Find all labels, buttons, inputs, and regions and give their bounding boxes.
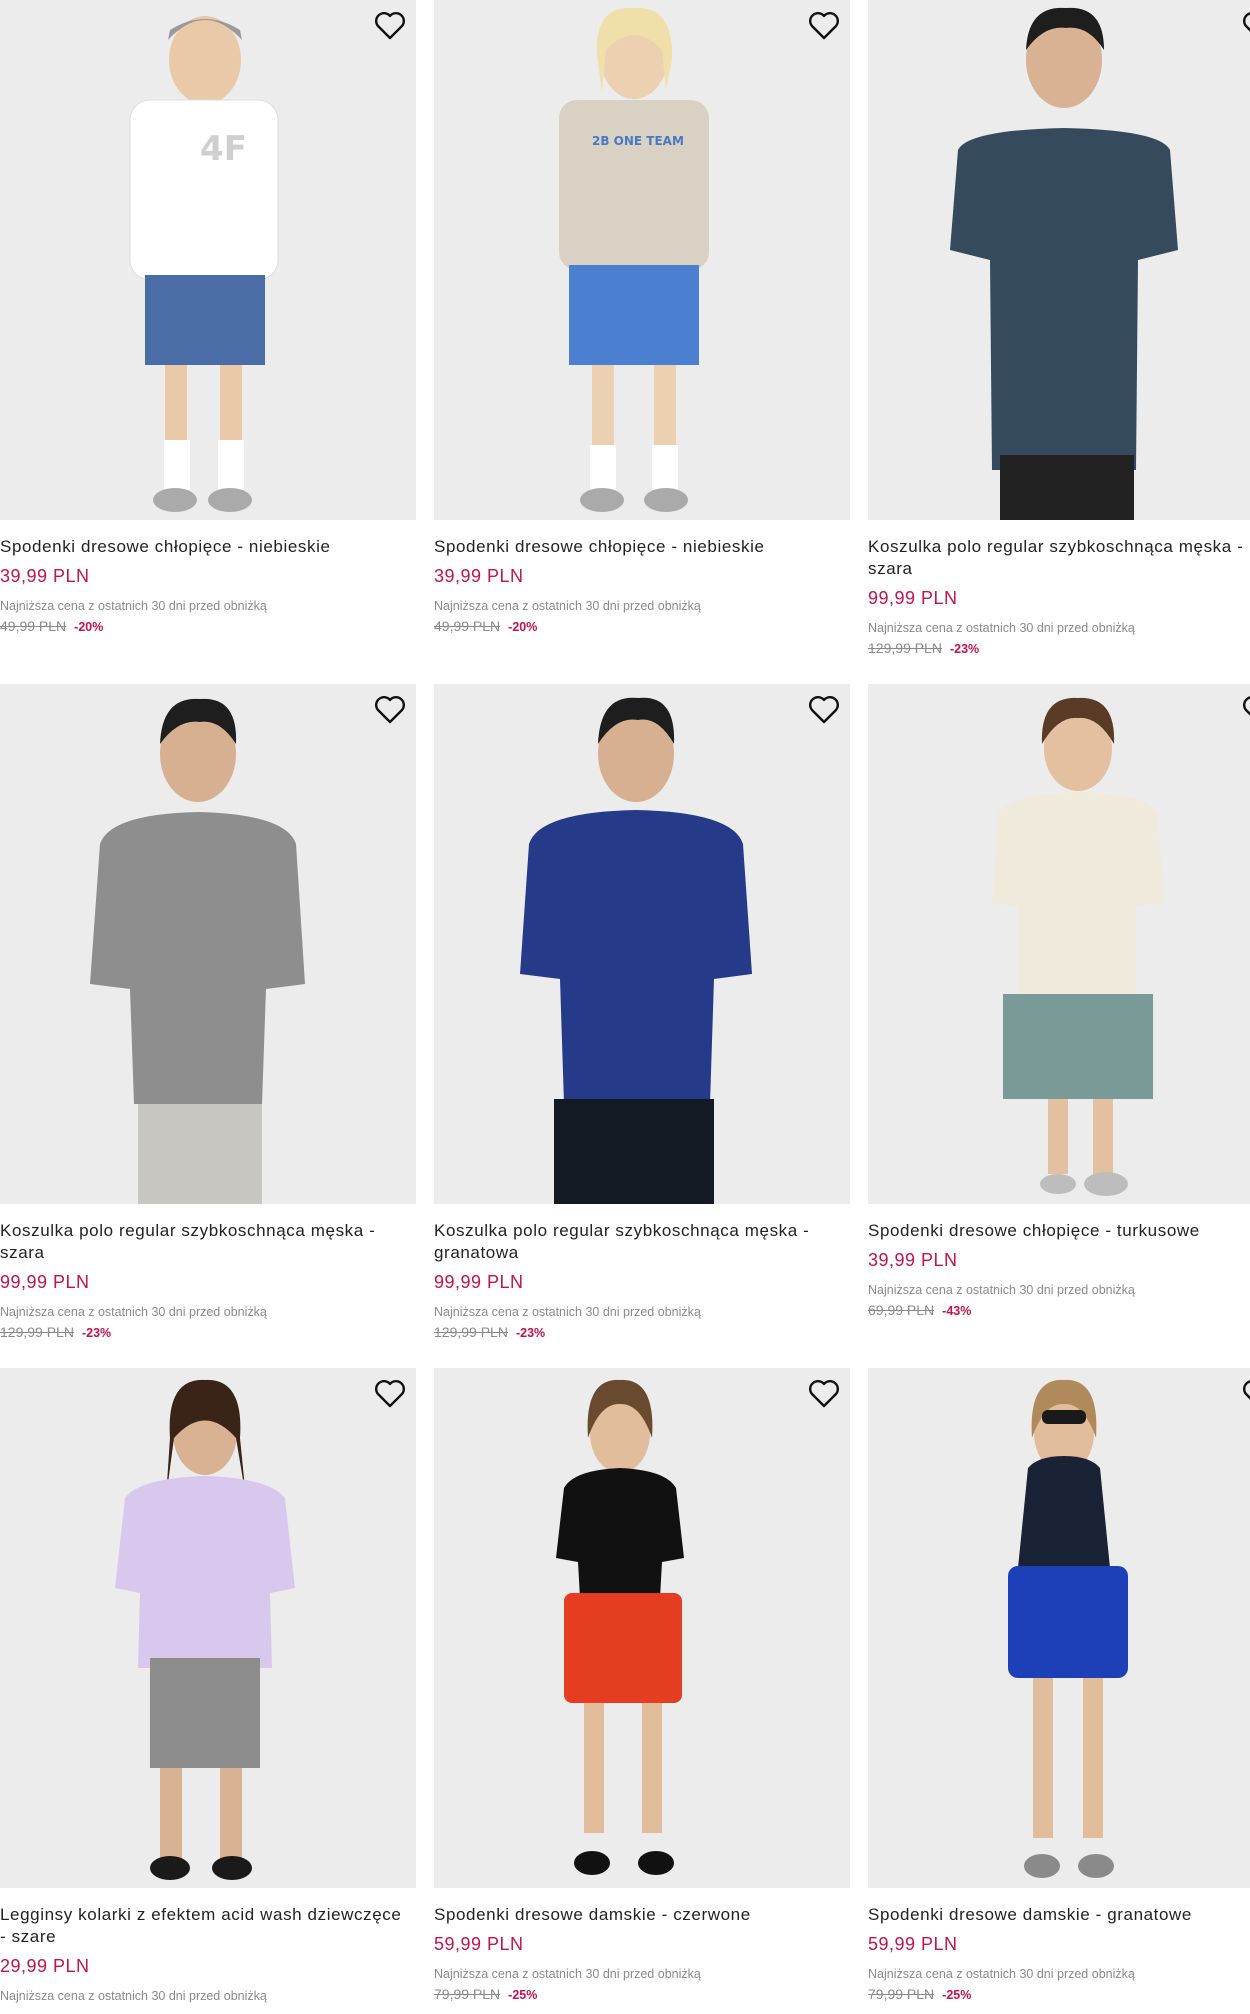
product-grid: 4F Spodenki dresowe chłopięce - niebiesk… xyxy=(0,0,1250,2014)
old-price: 129,99 PLN xyxy=(868,640,942,656)
lowest-price-label: Najniższa cena z ostatnich 30 dni przed … xyxy=(0,1305,267,1319)
discount-badge: -20% xyxy=(508,620,538,634)
product-image[interactable] xyxy=(868,1368,1250,1888)
product-card[interactable]: Koszulka polo regular szybkoschnąca męsk… xyxy=(0,684,416,1342)
product-title[interactable]: Spodenki dresowe chłopięce - niebieskie xyxy=(0,536,410,558)
wishlist-heart-icon[interactable] xyxy=(374,1378,408,1412)
wishlist-heart-icon[interactable] xyxy=(1242,1378,1250,1412)
old-price: 49,99 PLN xyxy=(0,618,67,634)
product-price: 59,99 PLN xyxy=(868,1934,958,1954)
product-price: 99,99 PLN xyxy=(434,1272,524,1292)
product-price: 59,99 PLN xyxy=(434,1934,524,1954)
old-price-row: 49,99 PLN -20% xyxy=(0,617,416,636)
discount-badge: -23% xyxy=(515,1326,546,1340)
discount-badge: -20% xyxy=(74,620,104,634)
discount-badge: -23% xyxy=(81,1326,112,1340)
product-title[interactable]: Spodenki dresowe chłopięce - niebieskie xyxy=(434,536,844,558)
wishlist-heart-icon[interactable] xyxy=(374,694,408,728)
wishlist-heart-icon[interactable] xyxy=(374,10,408,44)
wishlist-heart-icon[interactable] xyxy=(1242,694,1250,728)
product-title[interactable]: Spodenki dresowe damskie - granatowe xyxy=(868,1904,1250,1926)
wishlist-heart-icon[interactable] xyxy=(808,1378,842,1412)
product-image[interactable] xyxy=(868,0,1250,520)
product-price: 39,99 PLN xyxy=(434,566,524,586)
lowest-price-label: Najniższa cena z ostatnich 30 dni przed … xyxy=(434,599,701,613)
old-price-row: 129,99 PLN -23% xyxy=(868,639,1250,658)
svg-text:4F: 4F xyxy=(200,129,247,169)
product-card[interactable]: Koszulka polo regular szybkoschnąca męsk… xyxy=(868,0,1250,658)
product-price: 39,99 PLN xyxy=(868,1250,958,1270)
product-title[interactable]: Koszulka polo regular szybkoschnąca męsk… xyxy=(868,536,1250,580)
wishlist-heart-icon[interactable] xyxy=(1242,10,1250,44)
old-price: 79,99 PLN xyxy=(868,1986,935,2002)
product-price: 99,99 PLN xyxy=(0,1272,90,1292)
old-price: 49,99 PLN xyxy=(434,618,501,634)
product-title[interactable]: Koszulka polo regular szybkoschnąca męsk… xyxy=(434,1220,844,1264)
wishlist-heart-icon[interactable] xyxy=(808,10,842,44)
old-price: 79,99 PLN xyxy=(434,1986,501,2002)
svg-text:2B ONE TEAM: 2B ONE TEAM xyxy=(592,134,684,148)
product-card[interactable]: Spodenki dresowe chłopięce - turkusowe 3… xyxy=(868,684,1250,1320)
lowest-price-label: Najniższa cena z ostatnich 30 dni przed … xyxy=(868,1283,1135,1297)
product-price: 39,99 PLN xyxy=(0,566,90,586)
old-price: 129,99 PLN xyxy=(0,1324,74,1340)
product-card[interactable]: Spodenki dresowe damskie - czerwone 59,9… xyxy=(434,1368,850,2004)
old-price-row: 49,99 PLN -20% xyxy=(434,617,850,636)
product-card[interactable]: Legginsy kolarki z efektem acid wash dzi… xyxy=(0,1368,416,2004)
product-title[interactable]: Spodenki dresowe chłopięce - turkusowe xyxy=(868,1220,1250,1242)
product-image[interactable] xyxy=(0,1368,416,1888)
lowest-price-label: Najniższa cena z ostatnich 30 dni przed … xyxy=(434,1305,701,1319)
lowest-price-label: Najniższa cena z ostatnich 30 dni przed … xyxy=(868,1967,1135,1981)
product-title[interactable]: Legginsy kolarki z efektem acid wash dzi… xyxy=(0,1904,410,1948)
product-image[interactable] xyxy=(434,1368,850,1888)
discount-badge: -25% xyxy=(508,1988,538,2002)
product-card[interactable]: Spodenki dresowe damskie - granatowe 59,… xyxy=(868,1368,1250,2004)
old-price-row: 69,99 PLN -43% xyxy=(868,1301,1250,1320)
product-image[interactable]: 4F xyxy=(0,0,416,520)
product-image[interactable] xyxy=(868,684,1250,1204)
product-image[interactable]: 2B ONE TEAM xyxy=(434,0,850,520)
lowest-price-label: Najniższa cena z ostatnich 30 dni przed … xyxy=(0,599,267,613)
discount-badge: -43% xyxy=(942,1304,972,1318)
old-price-row: 129,99 PLN -23% xyxy=(434,1323,850,1342)
old-price-row: 79,99 PLN -25% xyxy=(434,1985,850,2004)
discount-badge: -25% xyxy=(942,1988,972,2002)
discount-badge: -23% xyxy=(949,642,980,656)
product-card[interactable]: 2B ONE TEAM Spodenki dresowe chłopięce -… xyxy=(434,0,850,636)
old-price-row: 129,99 PLN -23% xyxy=(0,1323,416,1342)
lowest-price-label: Najniższa cena z ostatnich 30 dni przed … xyxy=(0,1989,267,2003)
product-price: 29,99 PLN xyxy=(0,1956,90,1976)
lowest-price-label: Najniższa cena z ostatnich 30 dni przed … xyxy=(868,621,1135,635)
product-price: 99,99 PLN xyxy=(868,588,958,608)
product-image[interactable] xyxy=(0,684,416,1204)
old-price: 129,99 PLN xyxy=(434,1324,508,1340)
product-image[interactable] xyxy=(434,684,850,1204)
product-card[interactable]: Koszulka polo regular szybkoschnąca męsk… xyxy=(434,684,850,1342)
wishlist-heart-icon[interactable] xyxy=(808,694,842,728)
old-price: 69,99 PLN xyxy=(868,1302,935,1318)
product-title[interactable]: Koszulka polo regular szybkoschnąca męsk… xyxy=(0,1220,410,1264)
lowest-price-label: Najniższa cena z ostatnich 30 dni przed … xyxy=(434,1967,701,1981)
old-price-row: 79,99 PLN -25% xyxy=(868,1985,1250,2004)
product-card[interactable]: 4F Spodenki dresowe chłopięce - niebiesk… xyxy=(0,0,416,636)
product-title[interactable]: Spodenki dresowe damskie - czerwone xyxy=(434,1904,844,1926)
